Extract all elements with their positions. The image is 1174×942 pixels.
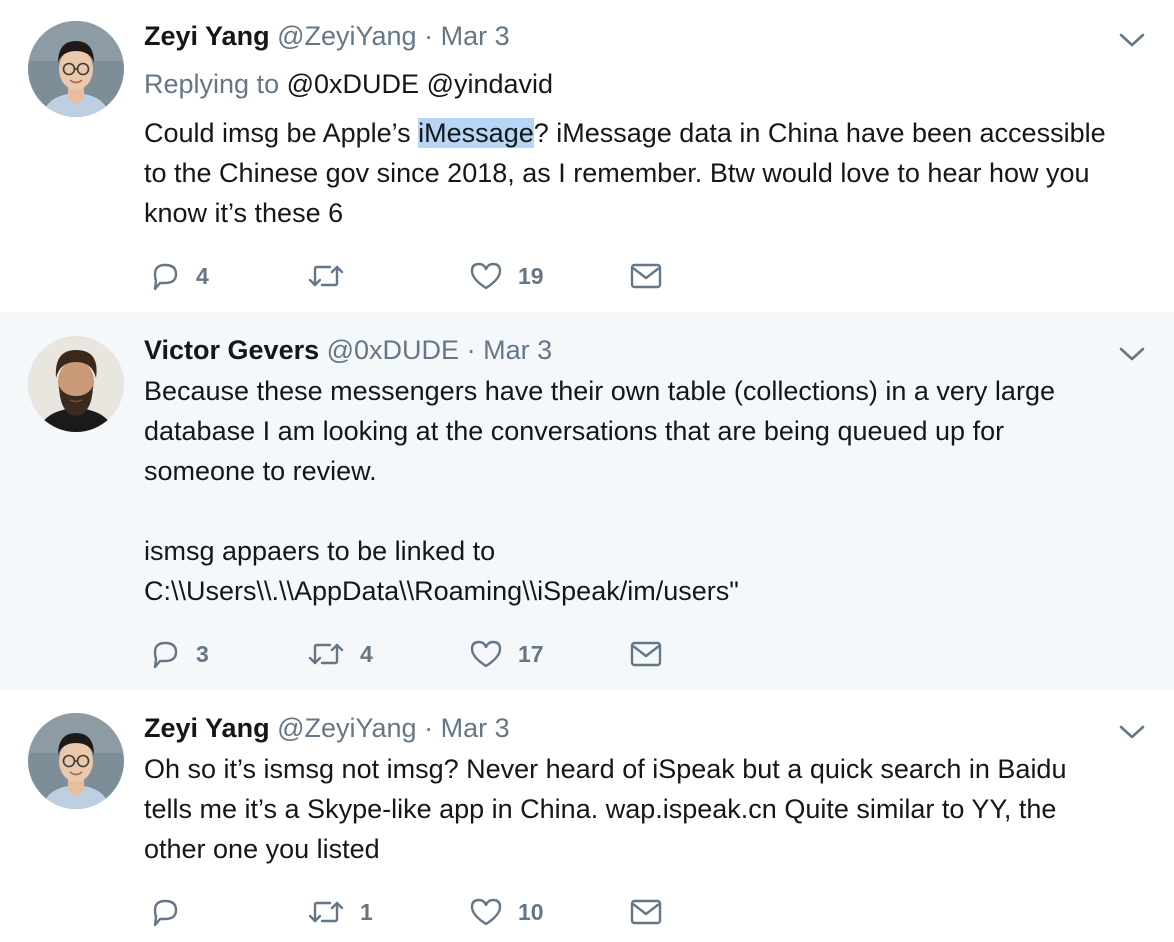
- direct-message-icon: [630, 263, 662, 289]
- reply-count: 4: [196, 262, 209, 289]
- user-handle[interactable]: @0xDUDE: [327, 335, 459, 365]
- reply-icon: [153, 641, 178, 669]
- replying-to: Replying to @0xDUDE @yindavid: [144, 67, 553, 101]
- tweet-text-line: other one you listed: [144, 834, 380, 864]
- tweet-text-line: know it’s these 6: [144, 198, 344, 228]
- tweet[interactable]: Victor Gevers @0xDUDE · Mar 3 Because th…: [0, 312, 1174, 690]
- user-handle[interactable]: @ZeyiYang: [277, 713, 416, 743]
- tweet-text-line: Oh so it’s ismsg not imsg? Never heard o…: [144, 754, 1067, 784]
- tweet-text-line: database I am looking at the conversatio…: [144, 416, 1005, 446]
- retweet-button[interactable]: [306, 259, 360, 293]
- heart-icon: [470, 640, 502, 668]
- tweet[interactable]: Zeyi Yang @ZeyiYang · Mar 3 Replying to …: [0, 0, 1174, 312]
- tweet-date[interactable]: Mar 3: [483, 335, 552, 365]
- like-button[interactable]: 19: [468, 259, 544, 293]
- retweet-count: 4: [360, 640, 373, 667]
- user-handle[interactable]: @ZeyiYang: [277, 21, 416, 51]
- tweet-text-line: someone to review.: [144, 456, 377, 486]
- tweet-date[interactable]: Mar 3: [441, 713, 510, 743]
- direct-message-button[interactable]: [628, 637, 664, 671]
- tweet-text-line: ismsg appaers to be linked to: [144, 536, 496, 566]
- tweet-text: Because these messengers have their own …: [144, 371, 1164, 611]
- avatar[interactable]: [28, 336, 124, 432]
- chevron-down-icon[interactable]: [1118, 722, 1146, 742]
- retweet-button[interactable]: 1: [306, 895, 373, 929]
- tweet-text-line: tells me it’s a Skype-like app in China.…: [144, 794, 1057, 824]
- reply-count: 3: [196, 640, 209, 667]
- display-name[interactable]: Zeyi Yang: [144, 713, 270, 743]
- heart-icon: [470, 898, 502, 926]
- retweet-icon: [308, 265, 344, 287]
- tweet-actions: 3 4 17: [148, 637, 708, 671]
- tweet-text-line: Because these messengers have their own …: [144, 376, 1055, 406]
- like-count: 10: [518, 898, 544, 925]
- direct-message-icon: [630, 899, 662, 925]
- direct-message-button[interactable]: [628, 259, 664, 293]
- text-run: ? iMessage data in China have been acces…: [533, 118, 1106, 148]
- tweet-text-line: [144, 491, 1164, 531]
- tweet-header: Victor Gevers @0xDUDE · Mar 3: [144, 333, 552, 367]
- retweet-icon: [308, 643, 344, 665]
- separator: ·: [424, 21, 434, 51]
- direct-message-button[interactable]: [628, 895, 664, 929]
- tweet[interactable]: Zeyi Yang @ZeyiYang · Mar 3 Oh so it’s i…: [0, 690, 1174, 942]
- reply-icon: [153, 263, 178, 291]
- tweet-actions: 1 10: [148, 895, 708, 929]
- reply-button[interactable]: 3: [148, 637, 209, 671]
- avatar[interactable]: [28, 21, 124, 117]
- tweet-text-line: to the Chinese gov since 2018, as I reme…: [144, 158, 1090, 188]
- chevron-down-icon[interactable]: [1118, 30, 1146, 50]
- tweet-date[interactable]: Mar 3: [441, 21, 510, 51]
- avatar[interactable]: [28, 713, 124, 809]
- tweet-text-line: C:\\Users\\.\\AppData\\Roaming\\iSpeak/i…: [144, 576, 739, 606]
- chevron-down-icon[interactable]: [1118, 344, 1146, 364]
- display-name[interactable]: Victor Gevers: [144, 335, 319, 365]
- text-run: Could imsg be Apple’s: [144, 118, 419, 148]
- retweet-count: 1: [360, 898, 373, 925]
- direct-message-icon: [630, 641, 662, 667]
- separator: ·: [466, 335, 476, 365]
- separator: ·: [424, 713, 434, 743]
- like-count: 17: [518, 640, 544, 667]
- reply-button[interactable]: 4: [148, 259, 209, 293]
- mention-link[interactable]: @0xDUDE: [287, 69, 419, 99]
- like-button[interactable]: 17: [468, 637, 544, 671]
- replying-label: Replying to: [144, 69, 280, 99]
- selected-text: iMessage: [418, 118, 534, 148]
- tweet-header: Zeyi Yang @ZeyiYang · Mar 3: [144, 19, 510, 53]
- tweet-actions: 4 19: [148, 259, 708, 293]
- mention-link[interactable]: @yindavid: [427, 69, 553, 99]
- like-button[interactable]: 10: [468, 895, 544, 929]
- like-count: 19: [518, 262, 544, 289]
- reply-icon: [153, 899, 178, 927]
- retweet-button[interactable]: 4: [306, 637, 373, 671]
- display-name[interactable]: Zeyi Yang: [144, 21, 270, 51]
- reply-button[interactable]: [148, 895, 196, 929]
- heart-icon: [470, 262, 502, 290]
- tweet-header: Zeyi Yang @ZeyiYang · Mar 3: [144, 711, 510, 745]
- tweet-text: Oh so it’s ismsg not imsg? Never heard o…: [144, 749, 1164, 869]
- tweet-text: Could imsg be Apple’s iMessage? iMessage…: [144, 113, 1164, 233]
- tweet-text-line: Could imsg be Apple’s iMessage? iMessage…: [144, 113, 1164, 153]
- retweet-icon: [308, 901, 344, 923]
